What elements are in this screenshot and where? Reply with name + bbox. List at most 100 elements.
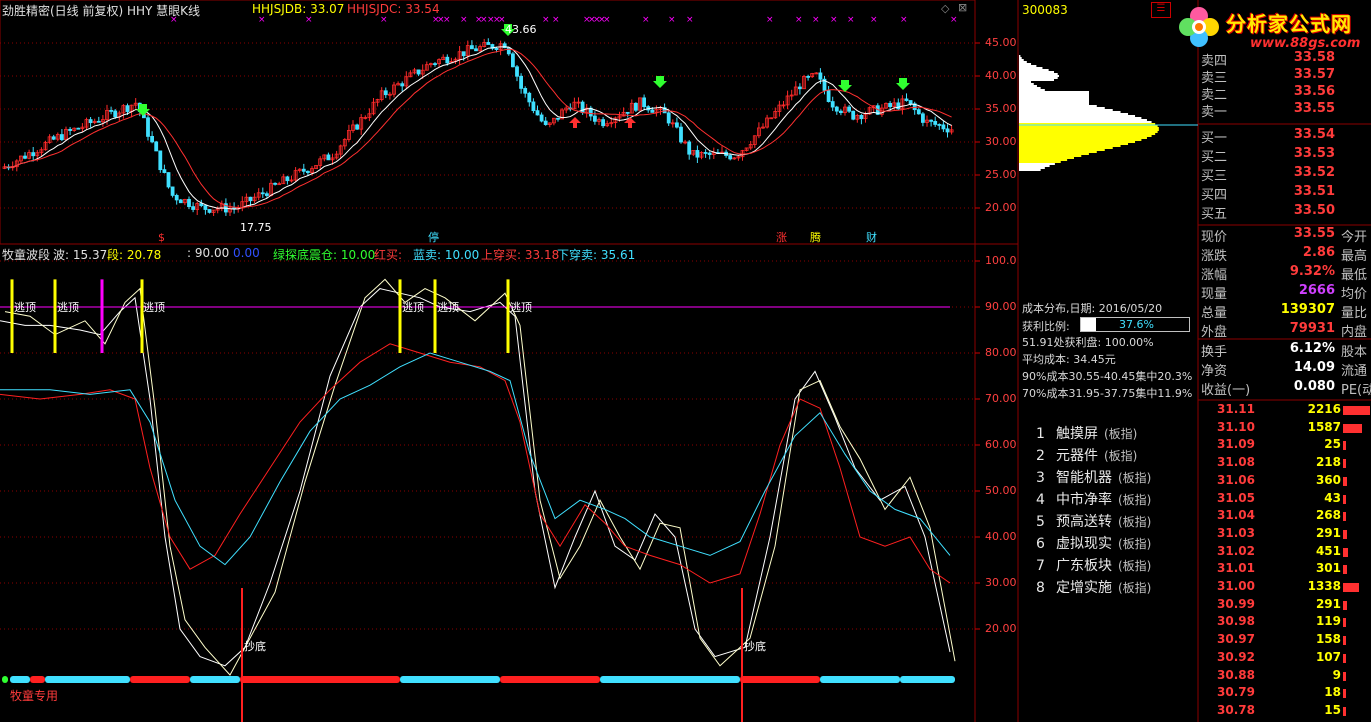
ladder-row[interactable]: 31.05 43 bbox=[1199, 491, 1371, 508]
ladder-price: 31.01 bbox=[1217, 561, 1255, 576]
cost-profile-bar bbox=[1019, 121, 1152, 123]
quote-label: 现量 bbox=[1201, 287, 1228, 302]
buy-level-2[interactable]: 买二 33.53 bbox=[1199, 146, 1371, 165]
candle-body bbox=[199, 203, 204, 207]
board-name: 虚拟现实 bbox=[1056, 536, 1112, 552]
ladder-row[interactable]: 31.02 451 bbox=[1199, 544, 1371, 561]
buy-level-1[interactable]: 买一 33.54 bbox=[1199, 127, 1371, 146]
candle-body bbox=[31, 152, 36, 157]
ladder-row[interactable]: 30.88 9 bbox=[1199, 668, 1371, 685]
signal-strip-segment bbox=[240, 676, 400, 683]
ladder-bar bbox=[1343, 583, 1360, 592]
quote2-label-2: 股本 bbox=[1341, 345, 1368, 360]
ladder-row[interactable]: 31.11 2216 bbox=[1199, 402, 1371, 419]
quote-row: 现量 2666 均价 bbox=[1199, 283, 1371, 302]
close-icon[interactable]: ⊠ bbox=[958, 1, 967, 14]
cost-date: 成本分布,日期: 2016/05/20 bbox=[1022, 302, 1163, 315]
buy-level-4[interactable]: 买四 33.51 bbox=[1199, 184, 1371, 203]
board-name: 定增实施 bbox=[1056, 580, 1112, 596]
ladder-row[interactable]: 31.10 1587 bbox=[1199, 420, 1371, 437]
sell-level-2[interactable]: 卖三 33.57 bbox=[1199, 67, 1371, 86]
candle-body bbox=[916, 109, 921, 115]
top-x-marker: × bbox=[305, 15, 313, 25]
ladder-row[interactable]: 30.78 15 bbox=[1199, 703, 1371, 720]
quote2-value: 14.09 bbox=[1293, 360, 1335, 375]
ladder-row[interactable]: 30.79 18 bbox=[1199, 685, 1371, 702]
quote2-label: 净资 bbox=[1201, 364, 1228, 379]
top-signal-label: 逃顶 bbox=[510, 301, 532, 314]
top-x-marker: × bbox=[900, 15, 908, 25]
buy-label: 买一 bbox=[1201, 131, 1228, 146]
ladder-row[interactable]: 31.08 218 bbox=[1199, 455, 1371, 472]
ladder-row[interactable]: 31.01 301 bbox=[1199, 561, 1371, 578]
sell-level-3[interactable]: 卖二 33.56 bbox=[1199, 84, 1371, 103]
cost-profile-bar bbox=[1019, 141, 1136, 143]
buy-level-5[interactable]: 买五 33.50 bbox=[1199, 203, 1371, 222]
buy-price: 33.50 bbox=[1293, 203, 1335, 218]
ladder-row[interactable]: 31.03 291 bbox=[1199, 526, 1371, 543]
quote-label: 总量 bbox=[1201, 306, 1228, 321]
candle-body bbox=[519, 75, 523, 89]
candle-body bbox=[506, 47, 511, 55]
cost-profile-bar bbox=[1019, 147, 1113, 149]
ladder-row[interactable]: 31.06 360 bbox=[1199, 473, 1371, 490]
chart-canvas[interactable]: × × × × ××× × ×× ××× × × ××××× × × × × × × × × × × ×$ 停涨腾财 bbox=[0, 0, 1371, 722]
top-x-marker: × bbox=[950, 15, 958, 25]
candle-body bbox=[433, 63, 437, 65]
ladder-price: 30.88 bbox=[1217, 667, 1255, 682]
event-marker: $ bbox=[158, 231, 165, 244]
main-y-tick: 35.00 bbox=[985, 102, 1017, 115]
sell-price: 33.56 bbox=[1293, 84, 1335, 99]
ladder-row[interactable]: 31.00 1338 bbox=[1199, 579, 1371, 596]
signal-strip-segment bbox=[900, 676, 955, 683]
candle-body bbox=[187, 198, 191, 208]
ladder-bar bbox=[1343, 689, 1346, 699]
ladder-row[interactable]: 30.97 158 bbox=[1199, 632, 1371, 649]
sell-level-1[interactable]: 卖四 33.58 bbox=[1199, 50, 1371, 69]
ladder-row[interactable]: 31.04 268 bbox=[1199, 508, 1371, 525]
board-item[interactable]: 3 智能机器 (板指) bbox=[1036, 467, 1151, 487]
board-item[interactable]: 1 触摸屏 (板指) bbox=[1036, 423, 1137, 443]
main-y-tick: 20.00 bbox=[985, 201, 1017, 214]
candle-body bbox=[68, 128, 72, 131]
candle-body bbox=[527, 92, 532, 103]
board-item[interactable]: 7 广东板块 (板指) bbox=[1036, 555, 1151, 575]
diamond-icon[interactable]: ◇ bbox=[941, 2, 949, 15]
candle-body bbox=[285, 176, 290, 182]
board-index: 7 bbox=[1036, 558, 1045, 574]
top-signal-label: 逃顶 bbox=[402, 301, 424, 314]
sub-y-tick: 70.00 bbox=[985, 392, 1017, 405]
board-item[interactable]: 6 虚拟现实 (板指) bbox=[1036, 533, 1151, 553]
ladder-volume: 1338 bbox=[1307, 579, 1341, 593]
candle-body bbox=[826, 89, 831, 102]
menu-icon[interactable]: ☰ bbox=[1151, 2, 1171, 18]
board-item[interactable]: 4 中市净率 (板指) bbox=[1036, 489, 1151, 509]
ladder-row[interactable]: 30.99 291 bbox=[1199, 597, 1371, 614]
ladder-row[interactable]: 30.98 119 bbox=[1199, 614, 1371, 631]
board-index: 6 bbox=[1036, 536, 1045, 552]
quote-value: 33.55 bbox=[1293, 226, 1335, 241]
cost-profile-bar bbox=[1019, 151, 1097, 153]
candle-body bbox=[191, 206, 196, 210]
board-index: 2 bbox=[1036, 448, 1045, 464]
top-x-marker: × bbox=[460, 15, 468, 25]
board-item[interactable]: 8 定增实施 (板指) bbox=[1036, 577, 1151, 597]
candle-body bbox=[687, 141, 692, 155]
candle-body bbox=[76, 127, 81, 130]
candle-body bbox=[96, 120, 101, 123]
indicator-duan: 段: 20.78 bbox=[107, 248, 162, 262]
board-item[interactable]: 5 预高送转 (板指) bbox=[1036, 511, 1151, 531]
ladder-row[interactable]: 30.92 107 bbox=[1199, 650, 1371, 667]
candle-body bbox=[593, 115, 597, 122]
ladder-bar bbox=[1343, 600, 1347, 610]
candle-body bbox=[945, 128, 950, 133]
cost-profile-bar bbox=[1019, 159, 1068, 161]
sell-level-4[interactable]: 卖一 33.55 bbox=[1199, 101, 1371, 120]
ladder-row[interactable]: 31.09 25 bbox=[1199, 437, 1371, 454]
cost-profile-bar bbox=[1019, 113, 1129, 115]
cost-profile-bar bbox=[1019, 85, 1037, 87]
signal-strip-segment bbox=[10, 676, 30, 683]
buy-level-3[interactable]: 买三 33.52 bbox=[1199, 165, 1371, 184]
cost-line-1: 51.91处获利盘: 100.00% bbox=[1022, 336, 1154, 349]
board-item[interactable]: 2 元器件 (板指) bbox=[1036, 445, 1137, 465]
